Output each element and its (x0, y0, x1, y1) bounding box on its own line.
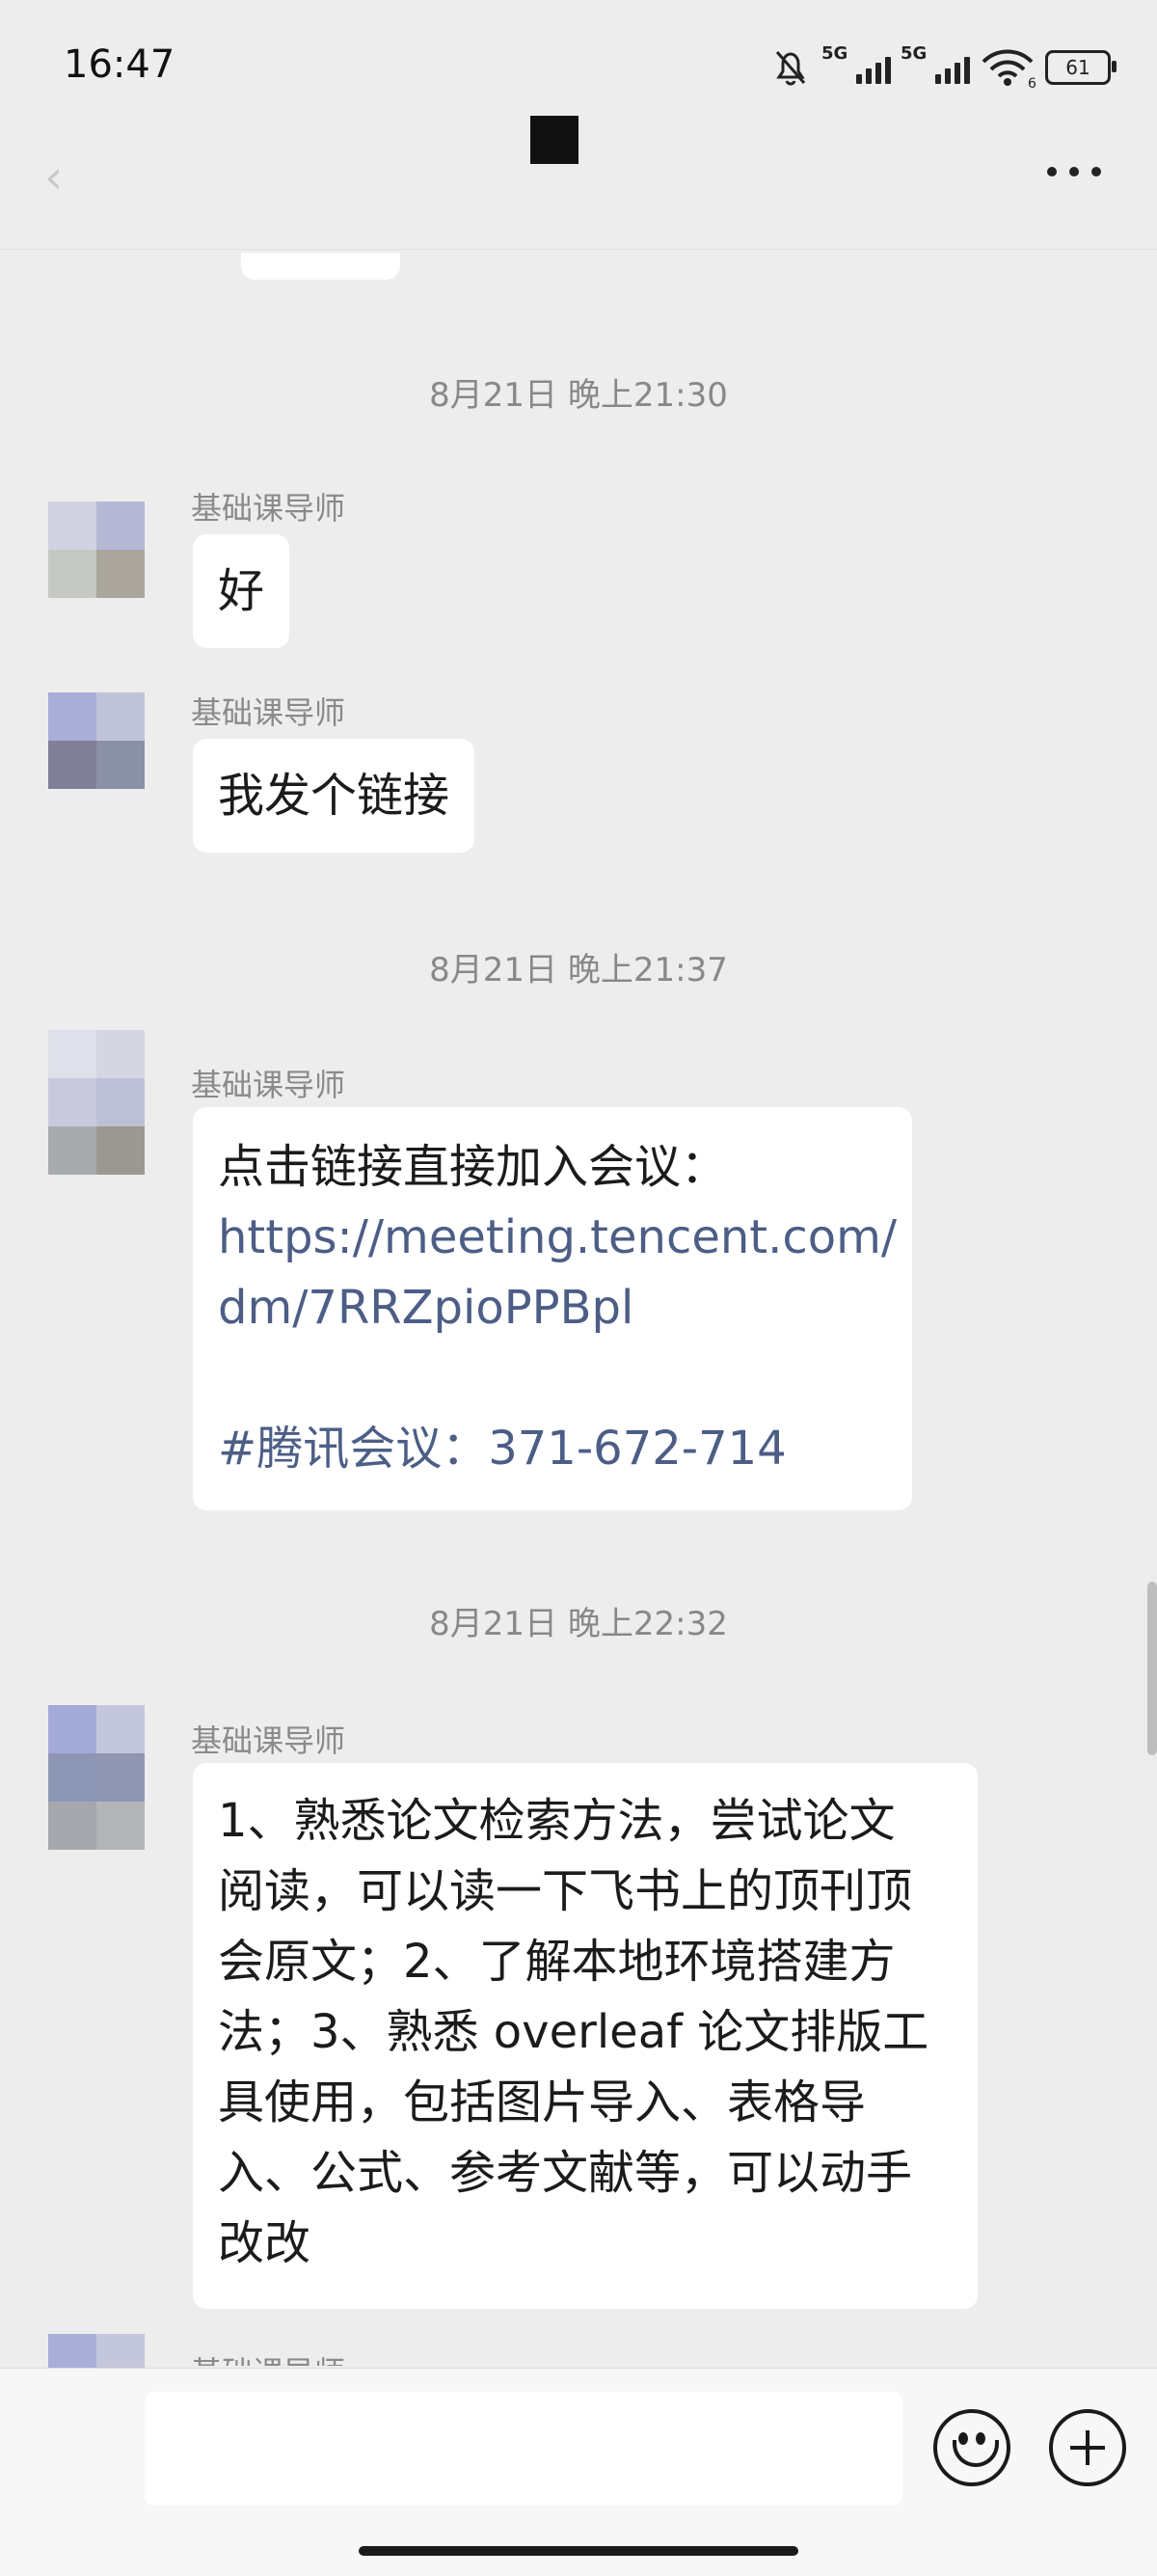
chevron-left-icon[interactable]: ‹ (44, 154, 63, 201)
message-bubble[interactable]: 点击链接直接加入会议： https://meeting.tencent.com/… (193, 1107, 912, 1510)
signal-bars-icon: 5G (901, 43, 970, 84)
battery-icon: 61 (1045, 50, 1117, 85)
message-bubble[interactable]: 我发个链接 (193, 739, 475, 853)
mute-bell-icon (775, 51, 806, 86)
message-bubble[interactable]: 好 (193, 534, 290, 648)
message-input[interactable] (145, 2392, 902, 2506)
message-line: 法；3、熟悉 overleaf 论文排版工 (218, 2005, 929, 2059)
sender-name: 基础课导师 (191, 1067, 346, 1103)
meeting-link[interactable]: dm/7RRZpioPPBpl (218, 1273, 887, 1343)
wifi-label: 6 (1028, 76, 1036, 89)
status-bar: 16:47 5G 5G 6 61 (0, 0, 1157, 135)
meeting-id-link[interactable]: #腾讯会议：371-672-714 (218, 1414, 887, 1484)
signal-bars-icon: 5G (821, 43, 891, 84)
message-line: 1、熟悉论文检索方法，尝试论文 (218, 1794, 896, 1848)
message-line: 会原文；2、了解本地环境搭建方 (218, 1935, 896, 1989)
message-line: 具使用，包括图片导入、表格导 (218, 2075, 867, 2129)
avatar[interactable] (48, 502, 145, 598)
timestamp: 8月21日 晚上21:30 (429, 376, 728, 415)
meeting-intro: 点击链接直接加入会议： (218, 1140, 728, 1194)
scrollbar[interactable] (1147, 1582, 1157, 1755)
message-line: 入、公式、参考文献等，可以动手 (218, 2146, 913, 2200)
title-bar (0, 135, 1157, 251)
message-line: 改改 (218, 2216, 311, 2270)
avatar[interactable] (48, 1030, 145, 1175)
message-line: 阅读，可以读一下飞书上的顶刊顶 (218, 1864, 913, 1918)
message-bubble[interactable]: 1、熟悉论文检索方法，尝试论文 阅读，可以读一下飞书上的顶刊顶 会原文；2、了解… (193, 1763, 978, 2309)
avatar[interactable] (48, 1705, 145, 1850)
plus-circle-icon[interactable] (1049, 2409, 1126, 2486)
sender-name: 基础课导师 (191, 1722, 346, 1759)
timestamp: 8月21日 晚上21:37 (429, 951, 728, 990)
signal-label: 5G (901, 43, 928, 64)
wifi-icon: 6 (982, 49, 1036, 89)
avatar[interactable] (48, 2334, 145, 2368)
sender-name: 基础课导师 (191, 694, 346, 731)
signal-label: 5G (821, 43, 848, 64)
sender-name: 基础课导师 (191, 490, 346, 527)
meeting-link[interactable]: https://meeting.tencent.com/ (218, 1203, 897, 1273)
status-time: 16:47 (64, 42, 175, 87)
chat-title-redacted (530, 116, 578, 164)
sender-name: 基础课导师 (191, 2348, 345, 2366)
divider (0, 249, 1157, 250)
home-indicator[interactable] (359, 2546, 798, 2556)
status-icons: 5G 5G 6 61 (769, 39, 1117, 96)
ellipsis-icon[interactable] (1047, 162, 1101, 181)
previous-message-bubble[interactable] (241, 253, 400, 280)
avatar[interactable] (48, 692, 145, 789)
battery-level: 61 (1065, 56, 1090, 79)
smiley-icon[interactable] (933, 2409, 1010, 2486)
timestamp: 8月21日 晚上22:32 (429, 1605, 728, 1643)
